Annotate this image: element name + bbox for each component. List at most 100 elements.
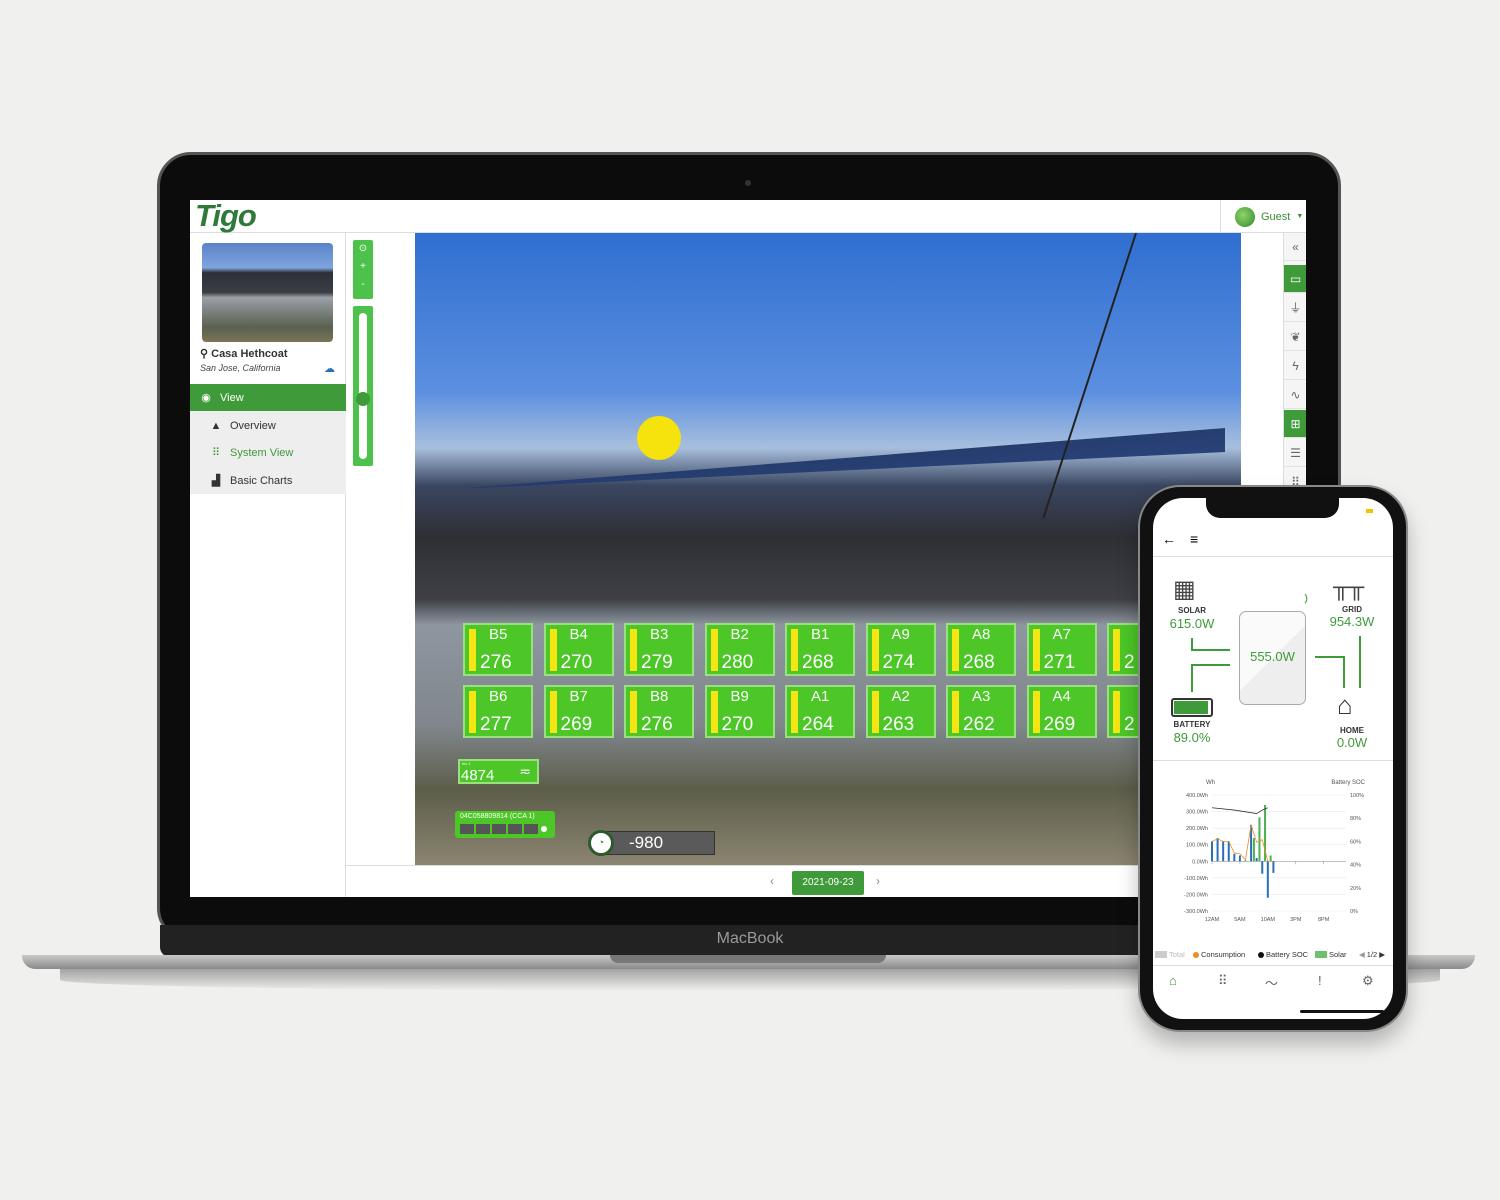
bar-blue[interactable] xyxy=(1261,861,1264,874)
panel-tile[interactable]: A2 263 xyxy=(865,685,936,738)
zoom-in-button[interactable]: + xyxy=(353,258,373,276)
list-layer-icon[interactable]: ☰ xyxy=(1284,439,1306,467)
laptop-notch xyxy=(610,955,886,963)
battery-graphic xyxy=(1171,698,1213,717)
battery-layer-icon[interactable]: ▭ xyxy=(1284,265,1306,293)
legend-swatch xyxy=(1193,951,1199,958)
legend-label: Consumption xyxy=(1201,950,1246,959)
bar-blue[interactable] xyxy=(1227,841,1230,862)
panel-tile[interactable]: A9 274 xyxy=(865,623,936,676)
back-arrow-icon[interactable]: ← xyxy=(1162,531,1176,547)
bar-chart-icon: ▟ xyxy=(211,475,221,487)
bar-blue[interactable] xyxy=(1272,861,1275,873)
panel-value: 268 xyxy=(802,652,834,673)
top-bar: Tigo Guest ▼ xyxy=(190,200,1306,233)
legend-next-icon[interactable]: ▶ xyxy=(1379,950,1385,959)
nav-basic-charts[interactable]: ▟ Basic Charts xyxy=(190,467,346,494)
panel-tile[interactable]: B4 270 xyxy=(543,623,614,676)
date-picker[interactable]: 2021-09-23 xyxy=(792,871,864,895)
home-tab-icon[interactable]: ⌂ xyxy=(1169,973,1177,988)
system-photo-view[interactable]: B5 276 B4 270 B3 279 B2 280 B1 268 A9 274 A8 268 A7 271… xyxy=(415,233,1241,865)
bar-blue[interactable] xyxy=(1244,860,1247,862)
legend-page: 1/2 xyxy=(1366,950,1378,959)
panel-tile[interactable]: A4 269 xyxy=(1026,685,1097,738)
leaf-layer-icon[interactable]: ❦ xyxy=(1284,323,1306,351)
slider-knob[interactable] xyxy=(356,392,370,407)
panel-id: B8 xyxy=(650,688,669,705)
y-tick-label: -300.0Wh xyxy=(1184,909,1208,915)
pulse-layer-icon[interactable]: ∿ xyxy=(1284,381,1306,409)
panel-tile[interactable]: A8 268 xyxy=(946,623,1016,676)
grid-value: 954.3W xyxy=(1329,614,1375,629)
nav-view[interactable]: ◉ View xyxy=(190,384,346,411)
solar-value: 615.0W xyxy=(1169,616,1215,631)
bar-blue[interactable] xyxy=(1238,855,1241,862)
panel-tile[interactable]: B5 276 xyxy=(463,623,533,676)
panel-output-bar xyxy=(630,629,637,671)
nav-system-view[interactable]: ⠿ System View xyxy=(190,439,346,466)
panel-tile[interactable]: A7 271 xyxy=(1026,623,1097,676)
meter-tile[interactable]: ◔ -980 xyxy=(588,830,715,856)
panel-tile[interactable]: B7 269 xyxy=(543,685,614,738)
panel-tile[interactable]: A1 264 xyxy=(785,685,855,738)
plug-layer-icon[interactable]: ⏚ xyxy=(1284,294,1306,322)
legend-pager[interactable]: ◀ 1/2 ▶ xyxy=(1359,950,1385,959)
panel-value: 262 xyxy=(963,714,995,735)
bar-solar[interactable] xyxy=(1258,817,1261,862)
bar-solar[interactable] xyxy=(1252,838,1255,862)
zoom-slider[interactable] xyxy=(353,306,373,466)
next-date-button[interactable]: › xyxy=(876,874,880,888)
weather-icon: ☁ xyxy=(324,363,335,375)
panel-id: A9 xyxy=(891,626,910,643)
y-tick-label: -200.0Wh xyxy=(1184,892,1208,898)
zoom-out-button[interactable]: - xyxy=(353,276,373,294)
bar-blue[interactable] xyxy=(1211,841,1213,862)
hierarchy-layer-icon[interactable]: ⊞ xyxy=(1284,410,1306,438)
user-menu[interactable]: Guest ▼ xyxy=(1220,200,1306,233)
legend-consumption[interactable]: Consumption xyxy=(1193,950,1245,959)
layout-tab-icon[interactable]: ⠿ xyxy=(1218,973,1228,989)
hamburger-menu-icon[interactable]: ≡ xyxy=(1190,531,1198,547)
bar-blue[interactable] xyxy=(1233,853,1236,862)
bar-blue[interactable] xyxy=(1266,861,1269,898)
cca-tile[interactable]: 04C058809814 (CCA 1) xyxy=(455,811,555,838)
divider xyxy=(1153,556,1393,557)
panel-value: 264 xyxy=(802,714,834,735)
settings-tab-icon[interactable]: ⚙ xyxy=(1362,973,1374,989)
panel-tile[interactable]: B1 268 xyxy=(785,623,855,676)
panel-value: 2 xyxy=(1124,652,1135,673)
panel-id: A7 xyxy=(1052,626,1071,643)
tigo-logo[interactable]: Tigo xyxy=(195,200,257,234)
recenter-button[interactable]: ⊙ xyxy=(353,240,373,258)
inverter-tile[interactable]: Inv 1 4874 ≂ xyxy=(458,759,539,784)
panel-tile[interactable]: A3 262 xyxy=(946,685,1016,738)
site-name: Casa Hethcoat xyxy=(211,348,288,360)
prev-date-button[interactable]: ‹ xyxy=(770,874,774,888)
panel-tile[interactable]: B8 276 xyxy=(624,685,694,738)
legend-prev-icon[interactable]: ◀ xyxy=(1359,950,1365,959)
panel-output-bar xyxy=(469,629,476,671)
legend-solar[interactable]: Solar xyxy=(1315,950,1347,959)
charts-tab-icon[interactable]: 〜 xyxy=(1265,973,1278,992)
panel-value: 269 xyxy=(1043,714,1076,735)
panel-tile[interactable]: B2 280 xyxy=(704,623,775,676)
cca-status-dot xyxy=(541,826,547,832)
panel-tile[interactable]: B3 279 xyxy=(624,623,694,676)
bar-blue[interactable] xyxy=(1255,857,1258,862)
lightning-layer-icon[interactable]: ϟ xyxy=(1284,352,1306,380)
legend-battery-soc[interactable]: Battery SOC xyxy=(1258,950,1308,959)
panel-tile[interactable]: B9 270 xyxy=(704,685,775,738)
panel-value: 274 xyxy=(882,652,915,673)
caret-down-icon: ▼ xyxy=(1296,213,1304,220)
bar-solar[interactable] xyxy=(1269,855,1272,862)
bar-blue[interactable] xyxy=(1216,838,1219,862)
collapse-toolbar-icon[interactable]: « xyxy=(1284,233,1306,261)
bar-blue[interactable] xyxy=(1222,841,1225,862)
x-tick-label: 10AM xyxy=(1261,917,1276,923)
nav-overview[interactable]: ▲ Overview xyxy=(190,412,346,439)
y2-tick-label: 100% xyxy=(1350,793,1364,799)
eye-icon: ◉ xyxy=(201,392,211,404)
legend-total[interactable]: Total xyxy=(1155,950,1185,959)
panel-tile[interactable]: B6 277 xyxy=(463,685,533,738)
alerts-tab-icon[interactable]: ! xyxy=(1318,973,1322,988)
